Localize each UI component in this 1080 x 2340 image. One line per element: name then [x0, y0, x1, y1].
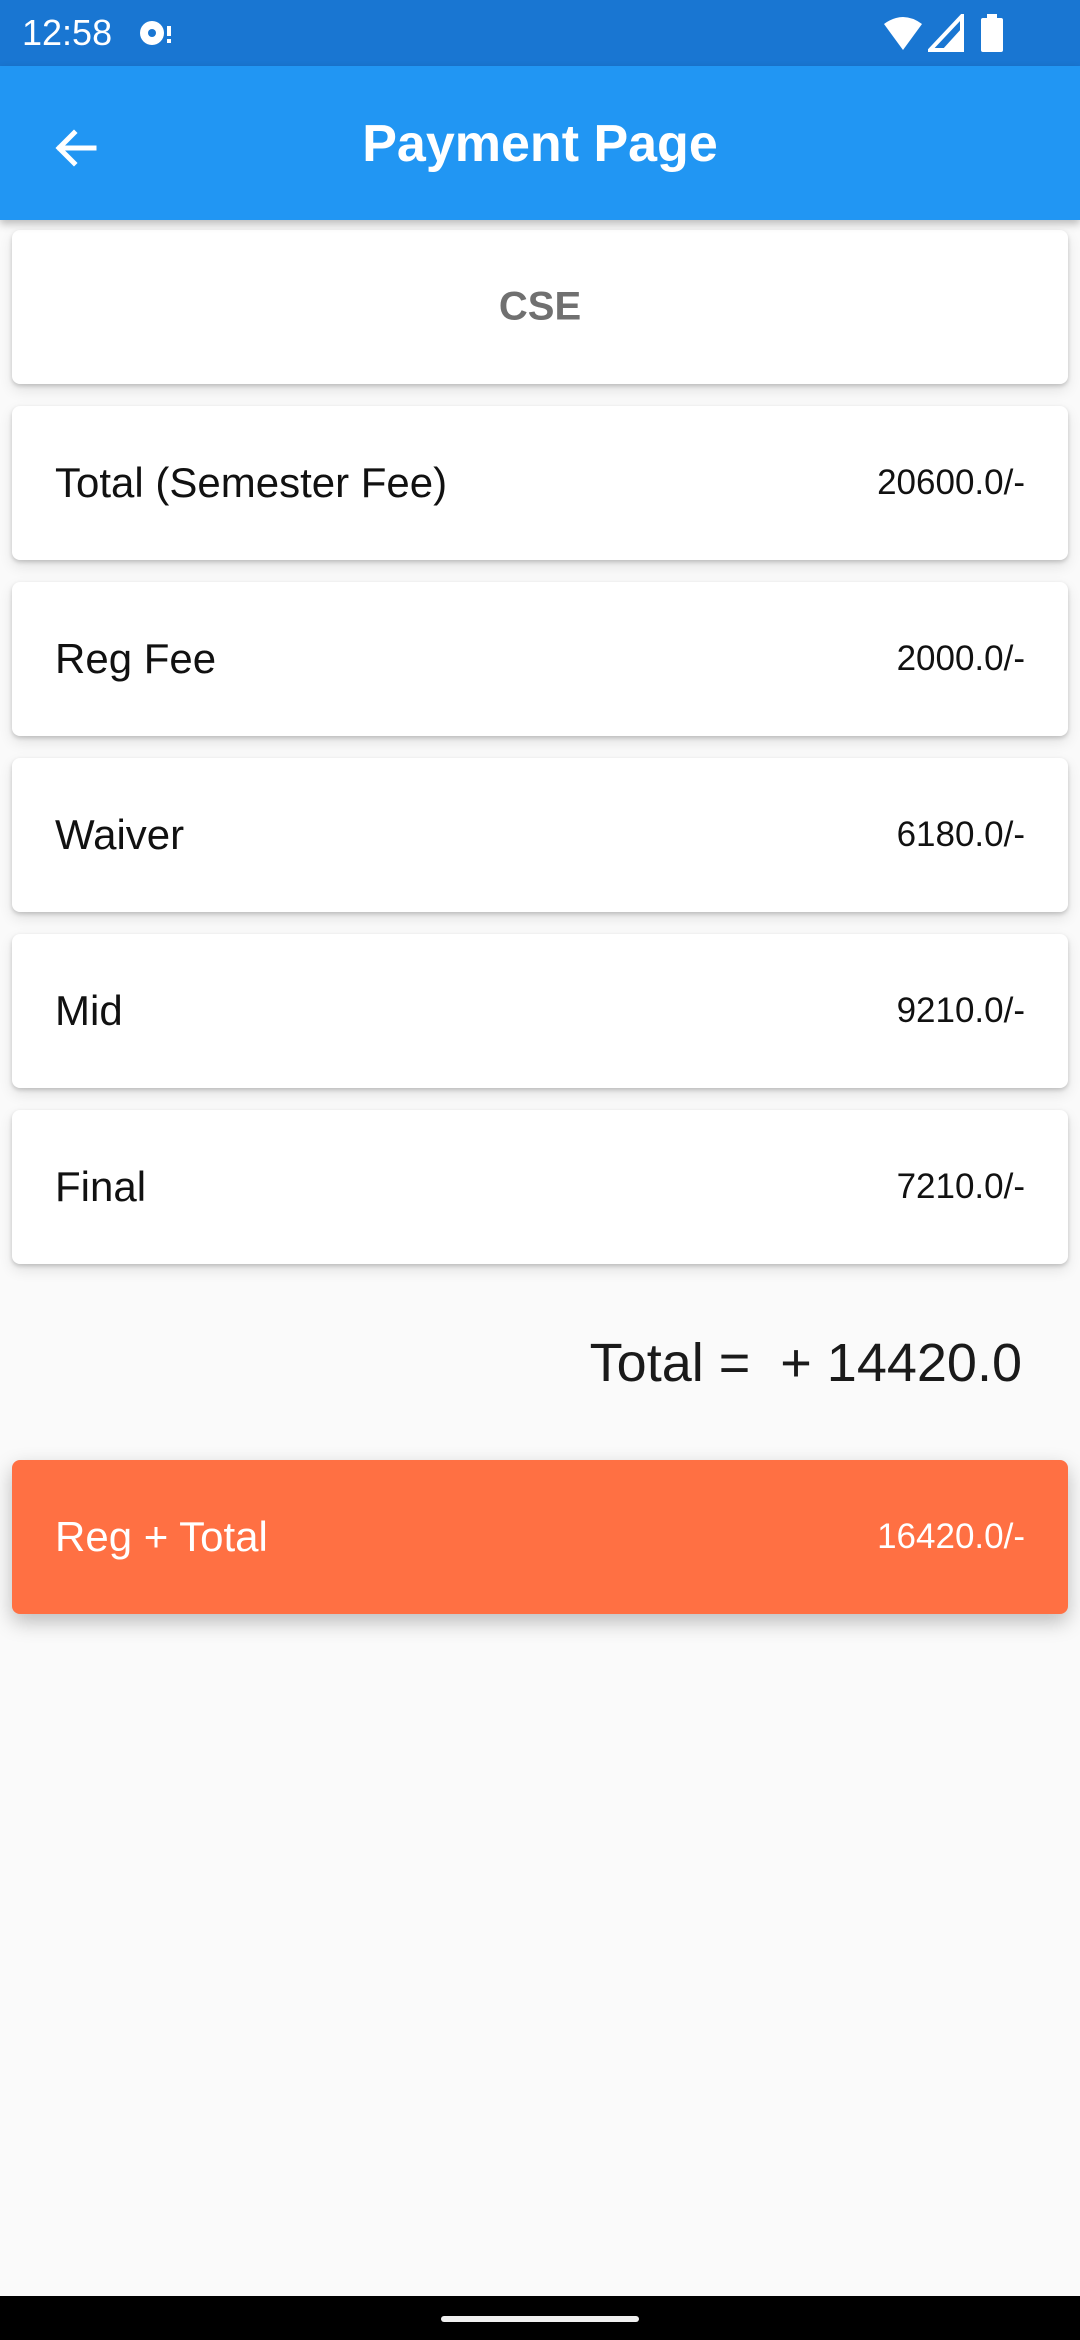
navigation-bar — [0, 2296, 1080, 2340]
department-label: CSE — [498, 284, 582, 329]
fee-label: Mid — [55, 987, 123, 1034]
fee-value: 2000.0/- — [896, 639, 1025, 678]
status-bar: 12:58 — [0, 0, 1080, 66]
reg-total-card: Reg + Total 16420.0/- — [12, 1460, 1068, 1614]
status-time: 12:58 — [22, 12, 113, 53]
reg-total-value: 16420.0/- — [877, 1517, 1025, 1556]
fee-value: 6180.0/- — [896, 815, 1025, 854]
fee-label: Waiver — [55, 811, 185, 858]
fee-value: 7210.0/- — [896, 1167, 1025, 1206]
total-amount: Total = + 14420.0 — [589, 1333, 1022, 1393]
notification-icon — [140, 21, 171, 45]
home-indicator[interactable] — [441, 2316, 639, 2322]
department-card: CSE — [12, 230, 1068, 384]
fee-row-semester-total: Total (Semester Fee) 20600.0/- — [12, 406, 1068, 560]
fee-value: 9210.0/- — [896, 991, 1025, 1030]
fee-row-mid: Mid 9210.0/- — [12, 934, 1068, 1088]
fee-value: 20600.0/- — [877, 463, 1025, 502]
battery-icon — [981, 14, 1003, 52]
fee-row-waiver: Waiver 6180.0/- — [12, 758, 1068, 912]
fee-label: Final — [55, 1163, 147, 1210]
fee-label: Total (Semester Fee) — [55, 459, 448, 506]
signal-icon — [928, 14, 964, 52]
page-title: Payment Page — [362, 115, 718, 173]
fee-label: Reg Fee — [55, 635, 217, 682]
fee-row-final: Final 7210.0/- — [12, 1110, 1068, 1264]
reg-total-label: Reg + Total — [55, 1513, 268, 1560]
app-bar: Payment Page — [0, 66, 1080, 220]
fee-row-reg-fee: Reg Fee 2000.0/- — [12, 582, 1068, 736]
wifi-icon — [884, 17, 922, 50]
